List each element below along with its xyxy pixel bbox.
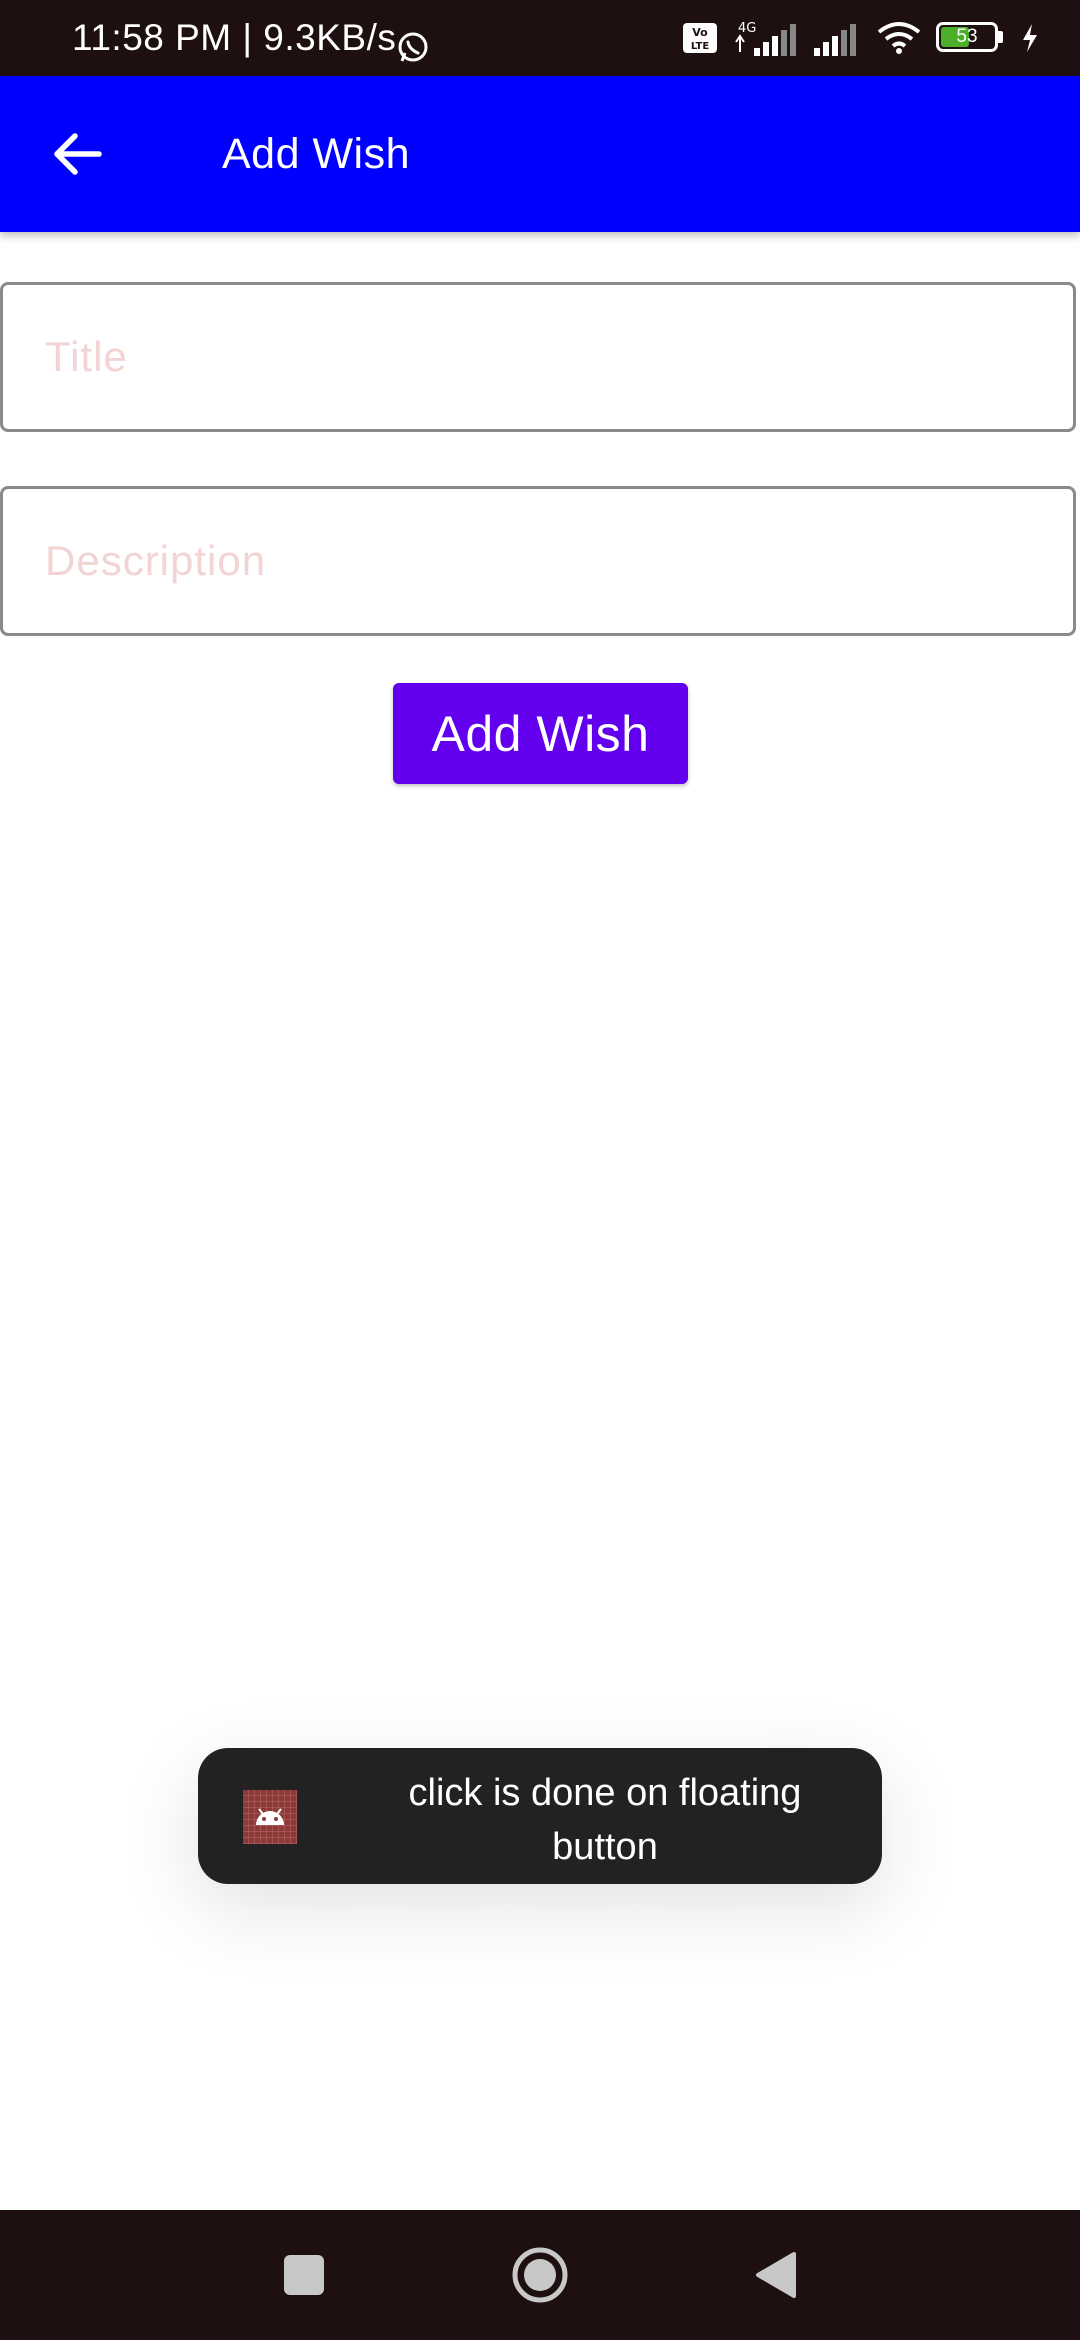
battery-level: 53 xyxy=(956,26,978,47)
recents-icon xyxy=(284,2255,324,2295)
status-icons: Vo LTE 4G 53 xyxy=(682,18,1040,58)
app-bar: Add Wish xyxy=(0,76,1080,232)
charging-icon xyxy=(1023,24,1037,52)
description-input[interactable] xyxy=(3,489,1073,633)
whatsapp-icon xyxy=(398,32,428,62)
back-nav-button[interactable] xyxy=(736,2235,816,2315)
page-title: Add Wish xyxy=(222,130,411,178)
svg-text:LTE: LTE xyxy=(691,41,710,52)
signal-icon xyxy=(814,24,856,56)
battery-icon: 53 xyxy=(936,22,1006,54)
navigation-bar xyxy=(0,2210,1080,2340)
description-field[interactable] xyxy=(0,486,1076,636)
title-input[interactable] xyxy=(3,285,1073,429)
recents-button[interactable] xyxy=(264,2235,344,2315)
status-bar: 11:58 PM | 9.3KB/s Vo LTE 4G 53 xyxy=(0,0,1080,76)
status-time: 11:58 PM | 9.3KB/s xyxy=(72,17,397,58)
back-triangle-icon xyxy=(756,2252,796,2298)
svg-text:Vo: Vo xyxy=(692,26,708,39)
add-wish-button[interactable]: Add Wish xyxy=(393,683,688,784)
arrow-back-icon xyxy=(54,133,102,175)
back-button[interactable] xyxy=(40,116,116,192)
toast-message: click is done on floating button xyxy=(408,1772,802,1868)
title-field[interactable] xyxy=(0,282,1076,432)
svg-text:4G: 4G xyxy=(738,21,756,36)
home-button[interactable] xyxy=(500,2235,580,2315)
wifi-icon xyxy=(877,22,921,54)
android-app-icon xyxy=(243,1790,297,1844)
volte-icon: Vo LTE xyxy=(683,23,717,53)
home-icon xyxy=(512,2247,568,2303)
signal-4g-icon: 4G xyxy=(735,21,796,56)
toast: click is done on floating button xyxy=(198,1748,882,1884)
